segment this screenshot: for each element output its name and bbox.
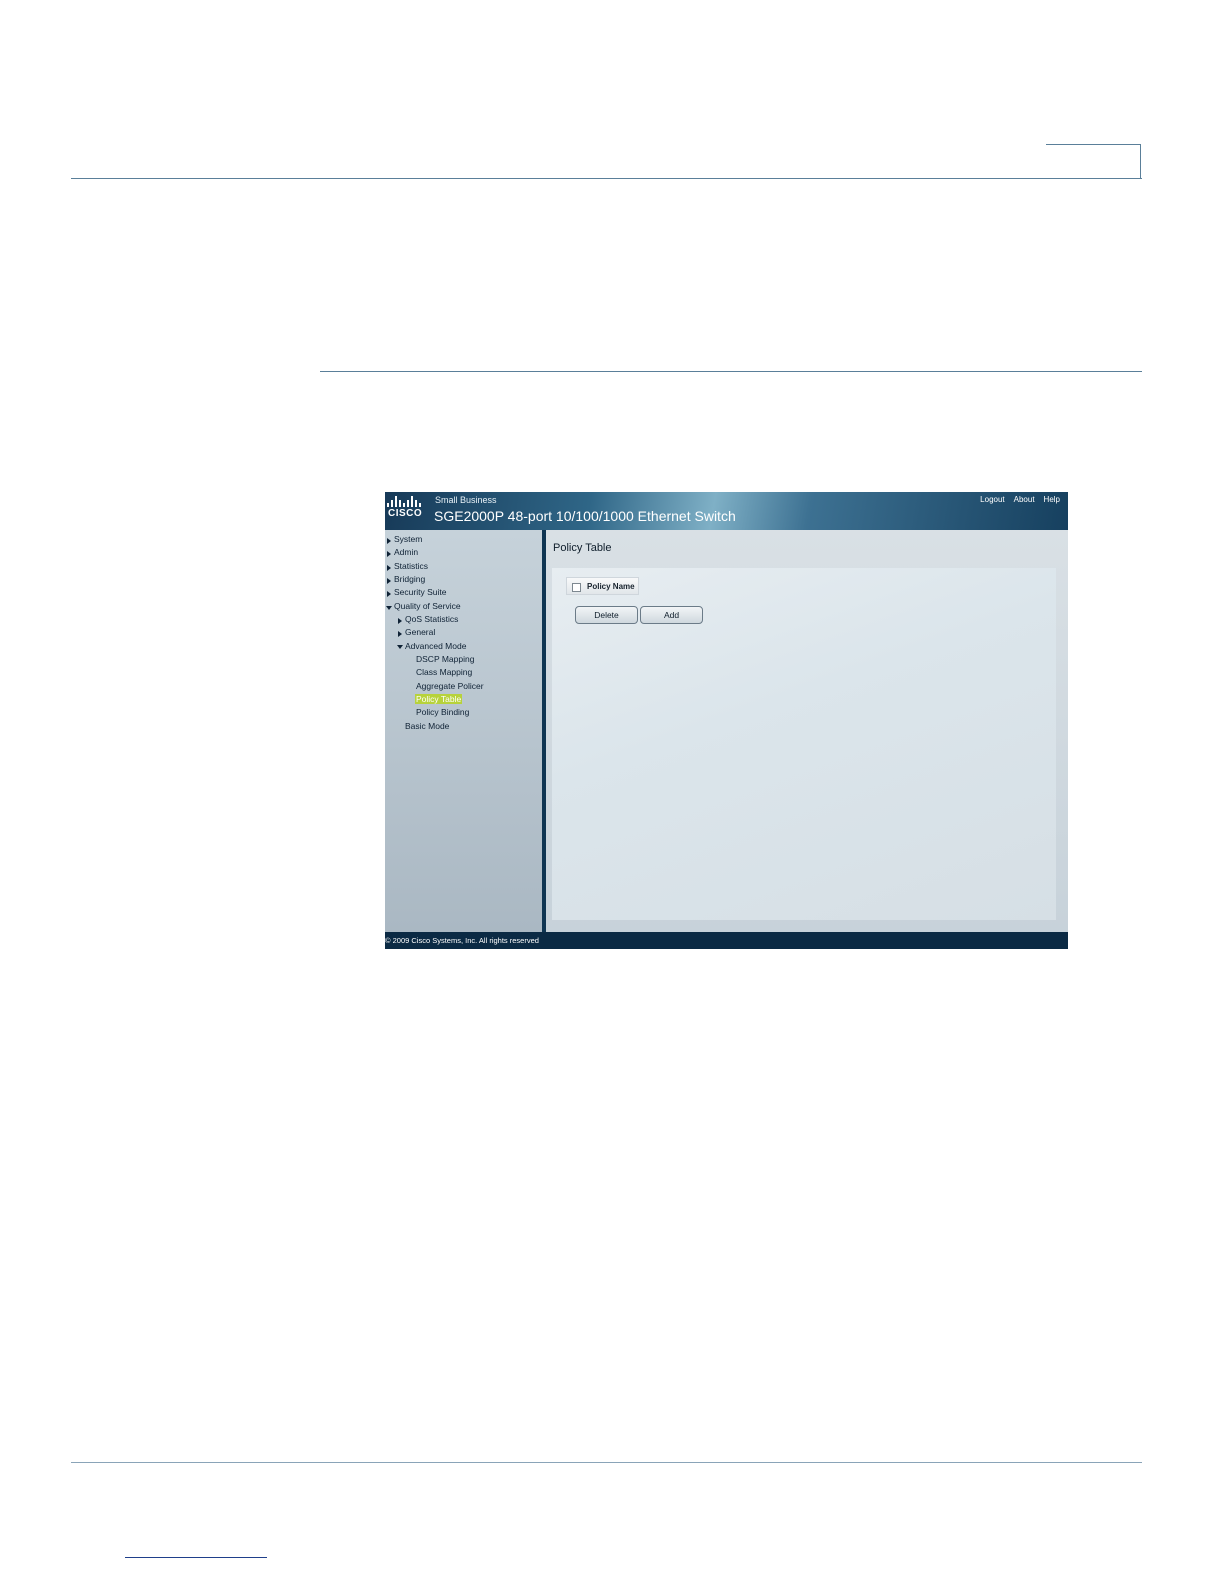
device-title: SGE2000P 48-port 10/100/1000 Ethernet Sw… (434, 508, 736, 524)
sidebar-item-bridging[interactable]: Bridging (394, 574, 425, 584)
select-all-checkbox[interactable] (572, 583, 581, 592)
delete-button[interactable]: Delete (575, 606, 638, 624)
switch-web-ui: CISCO Small Business SGE2000P 48-port 10… (385, 492, 1068, 949)
logout-link[interactable]: Logout (980, 495, 1004, 504)
collapse-arrow-icon[interactable] (397, 645, 403, 649)
main-content: Policy Table Policy Name Delete Add (546, 530, 1068, 932)
app-header: CISCO Small Business SGE2000P 48-port 10… (385, 492, 1068, 530)
collapse-arrow-icon[interactable] (386, 606, 392, 610)
expand-arrow-icon[interactable] (387, 565, 391, 571)
product-line: Small Business (435, 495, 497, 505)
sidebar-item-security-suite[interactable]: Security Suite (394, 587, 446, 597)
expand-arrow-icon[interactable] (398, 618, 402, 624)
copyright-text: © 2009 Cisco Systems, Inc. All rights re… (385, 936, 539, 945)
add-button[interactable]: Add (640, 606, 703, 624)
policy-table-header: Policy Name (566, 577, 639, 595)
footer-link-underline (125, 1557, 267, 1558)
section-rule (320, 371, 1142, 372)
app-footer: © 2009 Cisco Systems, Inc. All rights re… (385, 932, 1068, 949)
sidebar-item-qos-statistics[interactable]: QoS Statistics (405, 614, 458, 624)
sidebar-item-system[interactable]: System (394, 534, 422, 544)
page-title: Policy Table (553, 542, 612, 554)
sidebar-item-statistics[interactable]: Statistics (394, 561, 428, 571)
help-link[interactable]: Help (1044, 495, 1060, 504)
column-header-policy-name: Policy Name (587, 582, 635, 591)
logo-wordmark: CISCO (388, 508, 423, 519)
about-link[interactable]: About (1014, 495, 1035, 504)
content-panel: Policy Name Delete Add (552, 568, 1056, 920)
sidebar-item-class-mapping[interactable]: Class Mapping (416, 667, 472, 677)
cisco-bridge-icon (387, 495, 423, 507)
sidebar-item-admin[interactable]: Admin (394, 547, 418, 557)
sidebar-item-general[interactable]: General (405, 627, 435, 637)
chapter-tab (1046, 144, 1141, 178)
expand-arrow-icon[interactable] (387, 591, 391, 597)
sidebar-item-aggregate-policer[interactable]: Aggregate Policer (416, 681, 484, 691)
sidebar-item-dscp-mapping[interactable]: DSCP Mapping (416, 654, 474, 664)
sidebar-item-quality-of-service[interactable]: Quality of Service (394, 601, 461, 611)
header-rule (71, 178, 1142, 179)
cisco-logo: CISCO (387, 495, 423, 525)
expand-arrow-icon[interactable] (387, 538, 391, 544)
footer-rule (71, 1462, 1142, 1463)
sidebar-item-advanced-mode[interactable]: Advanced Mode (405, 641, 466, 651)
sidebar-item-policy-binding[interactable]: Policy Binding (416, 707, 469, 717)
sidebar-item-policy-table[interactable]: Policy Table (415, 694, 463, 704)
expand-arrow-icon[interactable] (387, 551, 391, 557)
expand-arrow-icon[interactable] (398, 631, 402, 637)
top-links: Logout About Help (980, 495, 1060, 504)
sidebar-nav: System Admin Statistics Bridging Securit… (385, 530, 542, 932)
expand-arrow-icon[interactable] (387, 578, 391, 584)
sidebar-item-basic-mode[interactable]: Basic Mode (405, 721, 449, 731)
